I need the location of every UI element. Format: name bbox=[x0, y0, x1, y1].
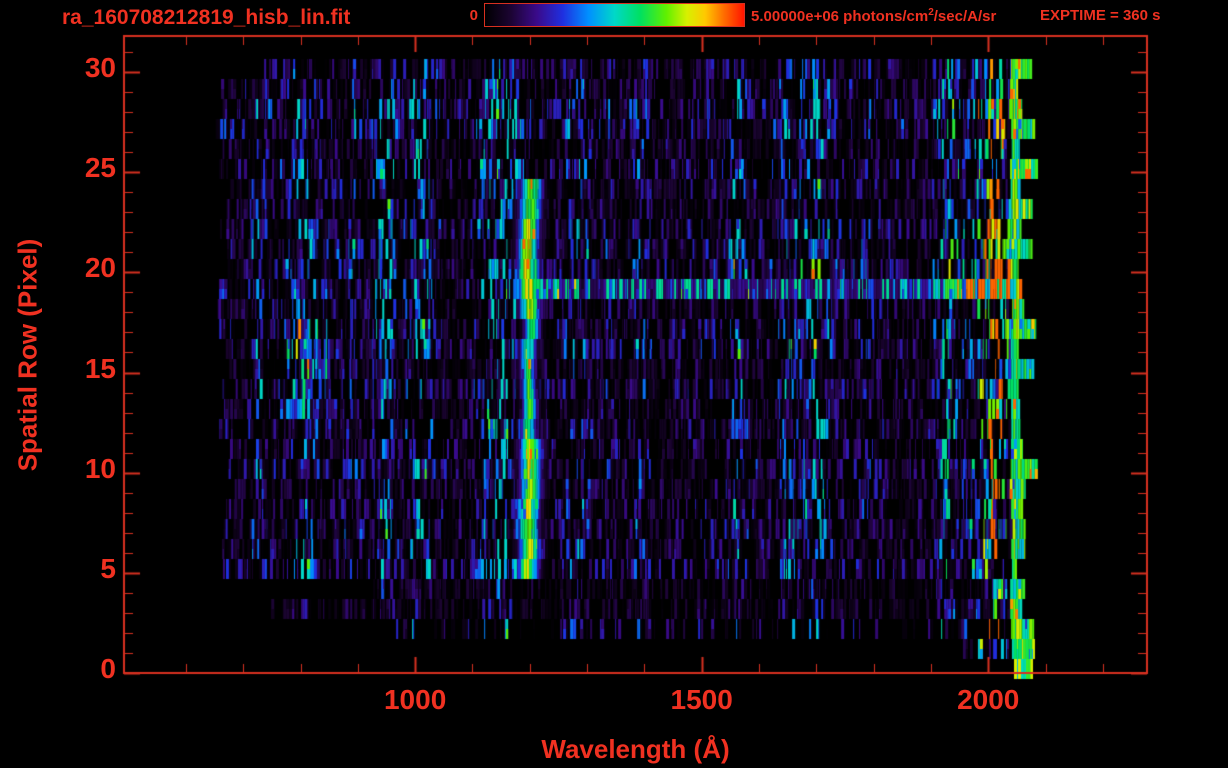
x-tick-label: 1000 bbox=[383, 684, 447, 715]
y-tick-label: 20 bbox=[84, 252, 116, 284]
y-tick-label: 10 bbox=[84, 452, 116, 484]
colorbar-max-label: 5.00000e+06 photons/cm2/sec/A/sr bbox=[751, 7, 996, 25]
y-tick-label: 5 bbox=[100, 552, 116, 584]
colorbar bbox=[484, 3, 745, 27]
spectrogram-canvas bbox=[0, 0, 1228, 768]
exptime-label: EXPTIME = 360 s bbox=[1040, 7, 1161, 24]
y-axis-title: Spatial Row (Pixel) bbox=[12, 238, 43, 471]
plot-title: ra_160708212819_hisb_lin.fit bbox=[62, 6, 351, 29]
colorbar-max-label-text: 5.00000e+06 photons/cm bbox=[751, 8, 929, 25]
idl-plot-window: ra_160708212819_hisb_lin.fit 0 5.00000e+… bbox=[0, 0, 1228, 768]
x-tick-label: 2000 bbox=[957, 684, 1020, 715]
y-tick-label: 15 bbox=[84, 352, 116, 384]
y-tick-label: 25 bbox=[84, 152, 116, 184]
y-tick-label: 30 bbox=[84, 52, 116, 84]
y-tick-label: 0 bbox=[100, 653, 116, 684]
colorbar-max-label-units: /sec/A/sr bbox=[933, 8, 997, 25]
colorbar-min-label: 0 bbox=[469, 7, 478, 24]
x-tick-label: 1500 bbox=[670, 684, 733, 715]
x-axis-title: Wavelength (Å) bbox=[541, 734, 730, 764]
